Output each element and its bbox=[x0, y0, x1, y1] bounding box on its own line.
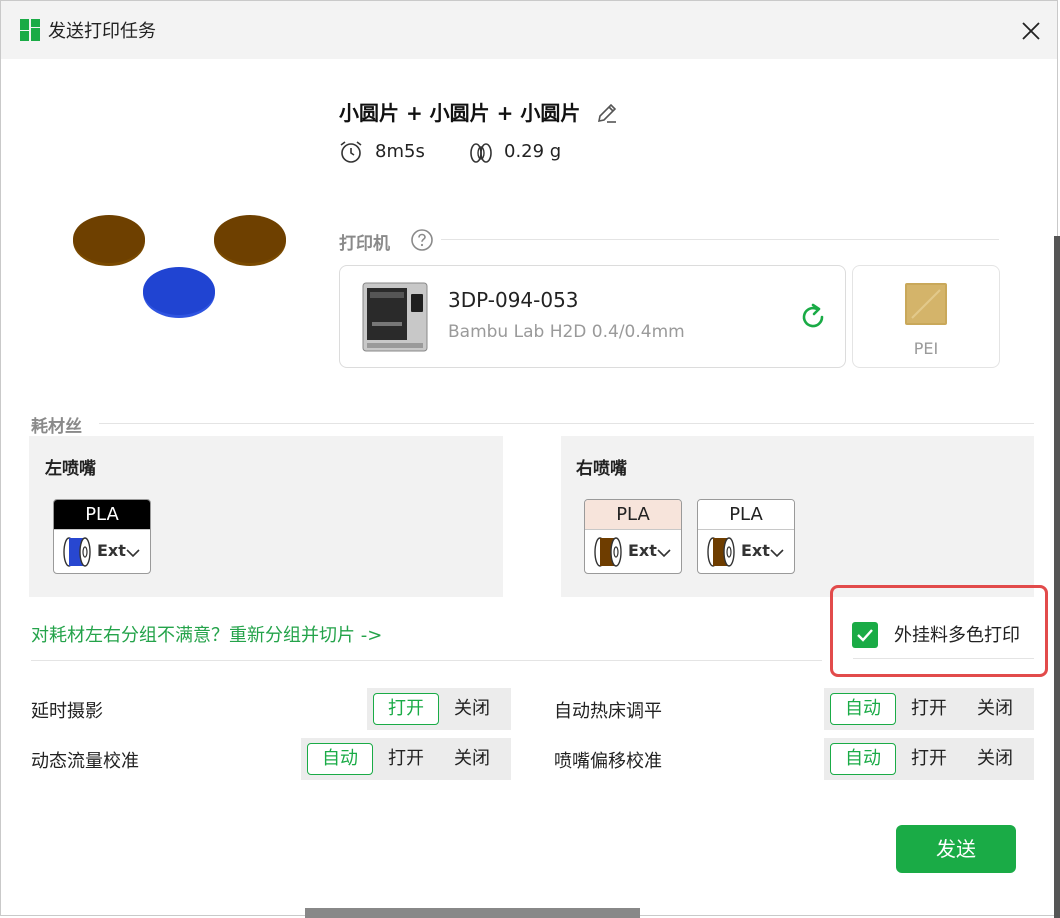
filament-section-divider bbox=[99, 423, 1034, 424]
spool-icon bbox=[594, 537, 622, 567]
edit-icon[interactable] bbox=[595, 101, 619, 125]
bed-leveling-on-button[interactable]: 打开 bbox=[896, 693, 962, 725]
chevron-down-icon bbox=[657, 549, 671, 558]
nozzle-offset-auto-button[interactable]: 自动 bbox=[830, 743, 896, 775]
highlight-annotation-box bbox=[830, 585, 1048, 677]
send-print-dialog: 发送打印任务 小圆片 + 小圆片 + 小圆片 8m5s 0.29 g 打印机 3… bbox=[0, 0, 1058, 916]
printer-name: 3DP-094-053 bbox=[448, 288, 579, 312]
spool-icon bbox=[63, 537, 91, 567]
close-icon bbox=[1022, 22, 1040, 40]
pei-plate-image bbox=[905, 283, 947, 325]
filament-ext-label: Ext bbox=[97, 541, 126, 560]
bed-leveling-off-button[interactable]: 关闭 bbox=[962, 693, 1028, 725]
right-nozzle-title: 右喷嘴 bbox=[576, 459, 627, 479]
nozzle-offset-on-button[interactable]: 打开 bbox=[896, 743, 962, 775]
background-window-edge-bottom bbox=[305, 908, 640, 918]
model-thumbnail bbox=[73, 215, 286, 318]
clock-icon bbox=[340, 141, 362, 163]
left-filament-slot-1[interactable]: PLA Ext bbox=[53, 499, 151, 574]
plate-label: PEI bbox=[913, 339, 939, 358]
title-bar: 发送打印任务 bbox=[1, 1, 1057, 59]
flow-calibration-auto-button[interactable]: 自动 bbox=[307, 743, 373, 775]
filament-ext-label: Ext bbox=[628, 541, 657, 560]
flow-calibration-on-button[interactable]: 打开 bbox=[373, 743, 439, 775]
job-name: 小圆片 + 小圆片 + 小圆片 bbox=[339, 101, 581, 125]
filament-type: PLA bbox=[698, 500, 794, 530]
timelapse-off-button[interactable]: 关闭 bbox=[439, 693, 505, 725]
timelapse-toggle: 打开 关闭 bbox=[367, 688, 511, 730]
right-nozzle-panel: 右喷嘴 PLA Ext PLA Ext bbox=[561, 436, 1034, 597]
flow-calibration-off-button[interactable]: 关闭 bbox=[439, 743, 505, 775]
printer-section-divider bbox=[441, 239, 999, 240]
print-time: 8m5s bbox=[375, 141, 425, 162]
bambu-logo-icon bbox=[20, 19, 40, 41]
printer-model: Bambu Lab H2D 0.4/0.4mm bbox=[448, 322, 685, 342]
printer-selector[interactable]: 3DP-094-053 Bambu Lab H2D 0.4/0.4mm bbox=[339, 265, 846, 368]
filament-spool-icon bbox=[470, 143, 492, 163]
options-divider bbox=[31, 660, 822, 661]
printer-section-label: 打印机 bbox=[339, 234, 390, 254]
timelapse-label: 延时摄影 bbox=[31, 701, 103, 722]
right-filament-slot-1[interactable]: PLA Ext bbox=[584, 499, 682, 574]
nozzle-offset-label: 喷嘴偏移校准 bbox=[554, 751, 662, 772]
bed-leveling-toggle: 自动 打开 关闭 bbox=[824, 688, 1034, 730]
refresh-icon[interactable] bbox=[798, 302, 828, 332]
filament-type: PLA bbox=[585, 500, 681, 530]
close-button[interactable] bbox=[1011, 11, 1051, 51]
plate-type-card[interactable]: PEI bbox=[852, 265, 1000, 368]
filament-ext-label: Ext bbox=[741, 541, 770, 560]
chevron-down-icon bbox=[770, 549, 784, 558]
flow-calibration-label: 动态流量校准 bbox=[31, 751, 139, 772]
window-title: 发送打印任务 bbox=[48, 21, 156, 42]
send-button[interactable]: 发送 bbox=[896, 825, 1016, 873]
bed-leveling-auto-button[interactable]: 自动 bbox=[830, 693, 896, 725]
chevron-down-icon bbox=[126, 549, 140, 558]
left-nozzle-panel: 左喷嘴 PLA Ext bbox=[29, 436, 503, 597]
flow-calibration-toggle: 自动 打开 关闭 bbox=[301, 738, 511, 780]
spool-icon bbox=[707, 537, 735, 567]
nozzle-offset-off-button[interactable]: 关闭 bbox=[962, 743, 1028, 775]
right-filament-slot-2[interactable]: PLA Ext bbox=[697, 499, 795, 574]
filament-weight: 0.29 g bbox=[504, 141, 562, 162]
nozzle-offset-toggle: 自动 打开 关闭 bbox=[824, 738, 1034, 780]
background-window-edge bbox=[1054, 236, 1060, 918]
filament-section-label: 耗材丝 bbox=[31, 417, 82, 437]
filament-type: PLA bbox=[54, 500, 150, 530]
regroup-reslice-link[interactable]: 对耗材左右分组不满意？重新分组并切片 -> bbox=[31, 621, 382, 647]
printer-image bbox=[362, 282, 428, 352]
timelapse-on-button[interactable]: 打开 bbox=[373, 693, 439, 725]
left-nozzle-title: 左喷嘴 bbox=[45, 459, 96, 479]
bed-leveling-label: 自动热床调平 bbox=[554, 701, 662, 722]
help-icon[interactable] bbox=[410, 228, 434, 252]
